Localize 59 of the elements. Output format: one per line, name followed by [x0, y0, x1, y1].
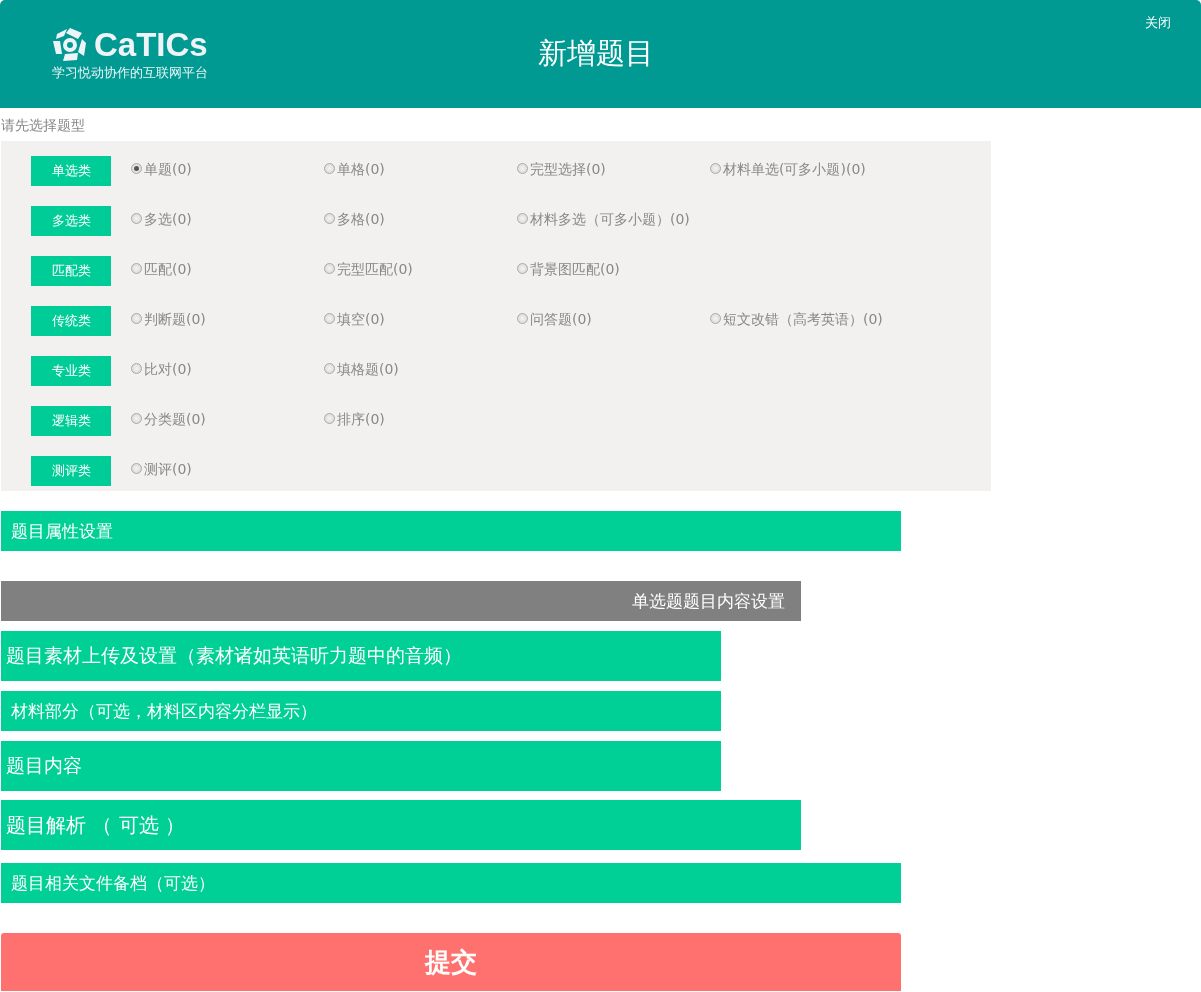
close-link[interactable]: 关闭 [1145, 14, 1171, 32]
option-label[interactable]: 匹配(0) [144, 261, 192, 279]
page-title: 新增题目 [538, 35, 654, 72]
category-button[interactable]: 匹配类 [31, 256, 111, 286]
section-header: 题目属性设置 [1, 511, 901, 551]
radio-button[interactable] [710, 162, 721, 174]
radio-button[interactable] [517, 312, 528, 324]
category-button[interactable]: 专业类 [31, 356, 111, 386]
submit-button[interactable]: 提交 [1, 933, 901, 991]
radio-button[interactable] [324, 312, 335, 324]
radio-button[interactable] [324, 412, 335, 424]
radio-button[interactable] [517, 162, 528, 174]
option-label[interactable]: 多格(0) [337, 211, 385, 229]
option-label[interactable]: 单格(0) [337, 161, 385, 179]
option-label[interactable]: 材料多选（可多小题）(0) [530, 211, 690, 229]
radio-button[interactable] [131, 262, 142, 274]
category-button[interactable]: 单选类 [31, 156, 111, 186]
radio-button[interactable] [710, 312, 721, 324]
option-label[interactable]: 测评(0) [144, 461, 192, 479]
logo-icon [52, 27, 88, 63]
option-label[interactable]: 完型匹配(0) [337, 261, 413, 279]
radio-button[interactable] [517, 262, 528, 274]
radio-button[interactable] [324, 262, 335, 274]
option-label[interactable]: 单题(0) [144, 161, 192, 179]
category-button[interactable]: 测评类 [31, 456, 111, 486]
option-label[interactable]: 排序(0) [337, 411, 385, 429]
radio-button[interactable] [324, 212, 335, 224]
radio-button[interactable] [324, 162, 335, 174]
section-header: 题目素材上传及设置（素材诸如英语听力题中的音频） [1, 631, 721, 681]
option-label[interactable]: 分类题(0) [144, 411, 206, 429]
category-button[interactable]: 逻辑类 [31, 406, 111, 436]
category-button[interactable]: 多选类 [31, 206, 111, 236]
option-label[interactable]: 比对(0) [144, 361, 192, 379]
option-label[interactable]: 填格题(0) [337, 361, 399, 379]
logo-text: CaTICs [94, 26, 208, 64]
option-label[interactable]: 判断题(0) [144, 311, 206, 329]
option-label[interactable]: 材料单选(可多小题)(0) [723, 161, 866, 179]
radio-button[interactable] [324, 362, 335, 374]
radio-button[interactable] [517, 212, 528, 224]
section-header: 题目解析 （ 可选 ） [1, 800, 801, 850]
section-header: 材料部分（可选，材料区内容分栏显示） [1, 691, 721, 731]
radio-button[interactable] [131, 462, 142, 474]
option-label[interactable]: 背景图匹配(0) [530, 261, 620, 279]
option-label[interactable]: 完型选择(0) [530, 161, 606, 179]
logo-slogan: 学习悦动协作的互联网平台 [52, 64, 209, 82]
radio-button[interactable] [131, 162, 142, 174]
category-button[interactable]: 传统类 [31, 306, 111, 336]
radio-button[interactable] [131, 312, 142, 324]
radio-button[interactable] [131, 212, 142, 224]
option-label[interactable]: 短文改错（高考英语）(0) [723, 311, 883, 329]
section-caption: 单选题题目内容设置 [1, 581, 801, 621]
option-label[interactable]: 多选(0) [144, 211, 192, 229]
radio-button[interactable] [131, 362, 142, 374]
option-label[interactable]: 填空(0) [337, 311, 385, 329]
option-label[interactable]: 问答题(0) [530, 311, 592, 329]
radio-button[interactable] [131, 412, 142, 424]
section-header: 题目相关文件备档（可选） [1, 863, 901, 903]
prompt-label: 请先选择题型 [0, 116, 86, 133]
section-header: 题目内容 [1, 741, 721, 791]
